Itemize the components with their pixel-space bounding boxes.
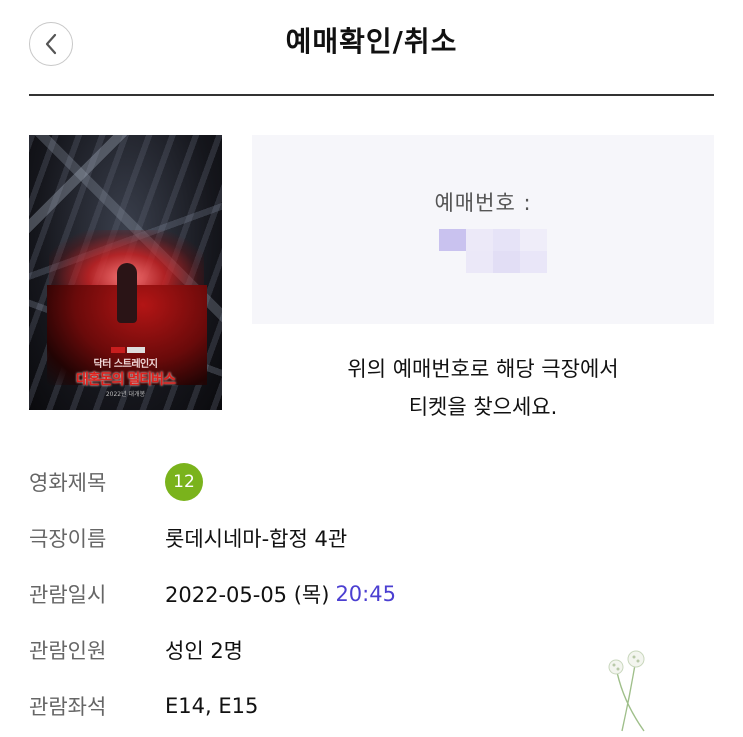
poster-studios-logo [127, 347, 145, 353]
poster-marvel-logo [111, 347, 125, 353]
poster-title-line2: 대혼돈의 멀티버스 [76, 372, 176, 388]
seats-label: 관람좌석 [29, 695, 107, 719]
movie-title-row: 영화제목 12 [29, 462, 203, 502]
movie-poster: 닥터 스트레인지 대혼돈의 멀티버스 2022년 대개봉 [29, 135, 222, 410]
poster-figure [117, 263, 137, 323]
pickup-notice: 위의 예매번호로 해당 극장에서 티켓을 찾으세요. [252, 350, 714, 426]
age-rating-badge: 12 [165, 463, 203, 501]
poster-release: 2022년 대개봉 [105, 391, 146, 398]
header-divider [29, 94, 714, 96]
theater-label: 극장이름 [29, 527, 107, 551]
datetime-label: 관람일시 [29, 583, 107, 607]
date-value: 2022-05-05 (목) [165, 583, 330, 607]
datetime-row: 관람일시 2022-05-05 (목) 20:45 [29, 574, 396, 614]
flower-decoration-icon [608, 650, 645, 732]
booking-number-label: 예매번호 : [434, 191, 532, 215]
theater-value: 롯데시네마-합정 4관 [165, 527, 348, 551]
theater-row: 극장이름 롯데시네마-합정 4관 [29, 518, 347, 558]
people-row: 관람인원 성인 2명 [29, 630, 243, 670]
seats-value: E14, E15 [165, 694, 259, 718]
page-title: 예매확인/취소 [285, 25, 458, 58]
movie-title-label: 영화제목 [29, 471, 107, 495]
time-value: 20:45 [335, 582, 396, 606]
people-label: 관람인원 [29, 639, 107, 663]
people-value: 성인 2명 [165, 639, 243, 663]
notice-line1: 위의 예매번호로 해당 극장에서 [347, 357, 619, 381]
seats-row: 관람좌석 E14, E15 [29, 686, 258, 726]
poster-title-line1: 닥터 스트레인지 [93, 359, 158, 370]
booking-number-blurred [439, 229, 547, 273]
notice-line2: 티켓을 찾으세요. [408, 395, 558, 419]
booking-number-box: 예매번호 : [252, 135, 714, 324]
